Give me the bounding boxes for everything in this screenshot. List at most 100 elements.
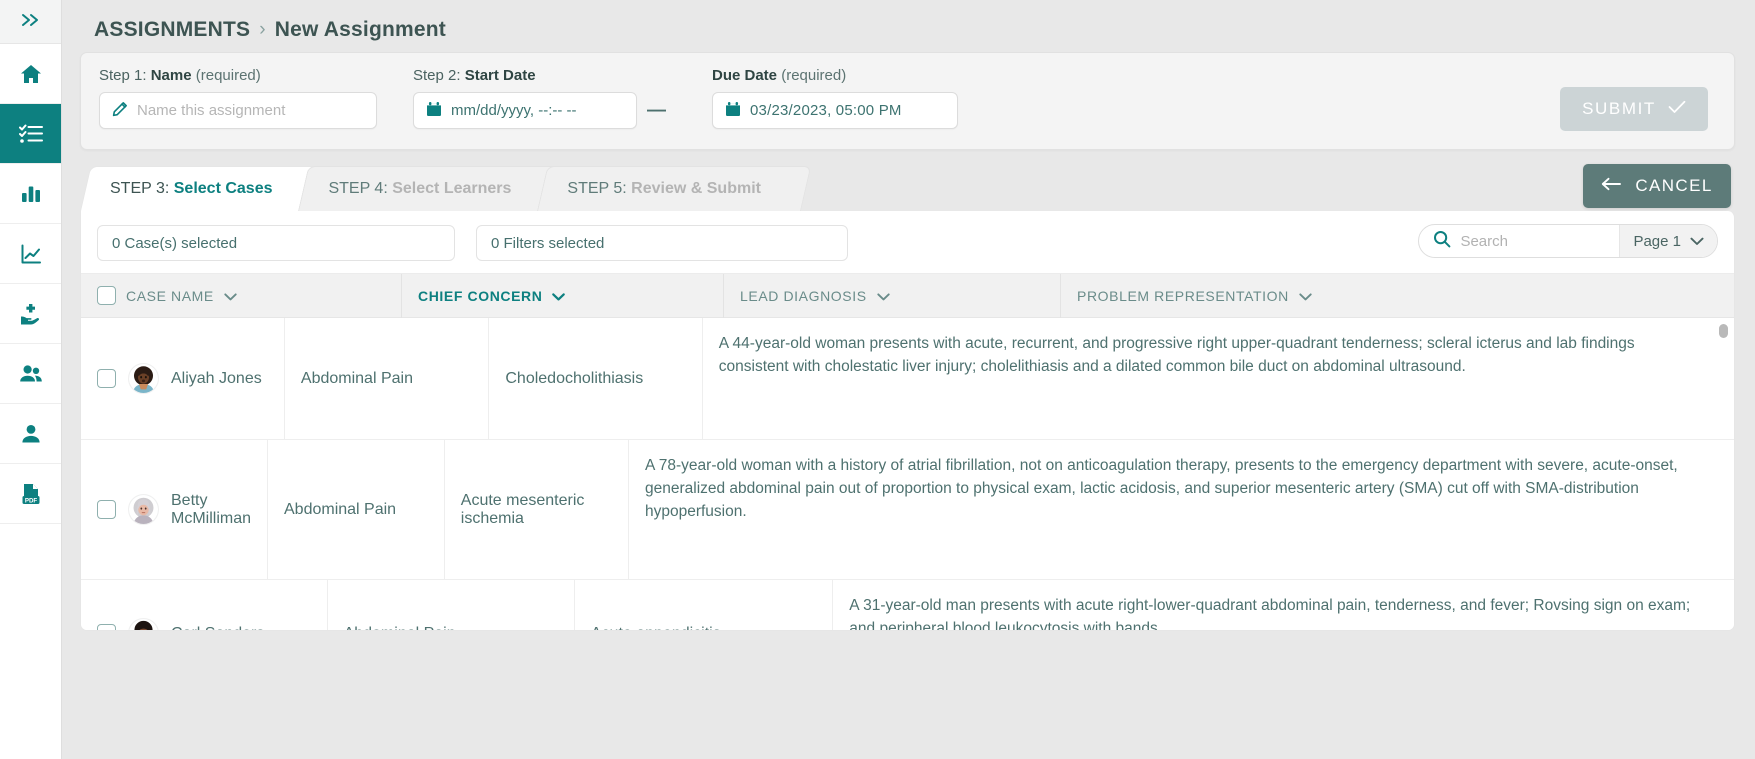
cell-lead-diagnosis: Acute appendicitis <box>575 580 834 630</box>
name-required-text: (required) <box>195 67 261 84</box>
column-header-chief-concern[interactable]: CHIEF CONCERN <box>402 273 724 318</box>
due-date-input[interactable]: 03/23/2023, 05:00 PM <box>712 92 958 129</box>
tab-review-submit[interactable]: STEP 5: Review & Submit <box>537 166 812 211</box>
sidebar-item-reports[interactable] <box>0 164 61 224</box>
tab-select-learners[interactable]: STEP 4: Select Learners <box>298 166 562 211</box>
cell-case-name: Betty McMilliman <box>81 440 268 579</box>
cell-problem-representation: A 78-year-old woman with a history of at… <box>644 457 1678 520</box>
page-selector[interactable]: Page 1 <box>1619 225 1717 257</box>
chevron-down-icon <box>877 288 890 304</box>
tab-label: Select Learners <box>392 179 512 197</box>
cancel-button-label: CANCEL <box>1635 176 1713 195</box>
select-cases-panel: 0 Case(s) selected 0 Filters selected Se <box>80 211 1735 631</box>
tab-step-number: STEP 3: <box>110 179 170 197</box>
row-select-checkbox[interactable] <box>97 624 116 630</box>
sidebar-expand-toggle[interactable] <box>0 0 61 44</box>
sidebar-item-profile[interactable] <box>0 404 61 464</box>
search-and-page-control: Search Page 1 <box>1418 224 1718 258</box>
tab-select-cases-text: STEP 3: Select Cases <box>110 180 272 198</box>
calendar-icon <box>725 101 741 121</box>
cases-table: CASE NAME CHIEF CONCERN LEAD DIAGNOSIS P… <box>81 273 1734 631</box>
pencil-icon <box>112 101 128 121</box>
wizard-tabs-bar: STEP 3: Select Cases STEP 4: Select Lear… <box>80 164 1735 211</box>
tab-label: Select Cases <box>173 179 273 197</box>
start-label-text: Start Date <box>464 67 536 84</box>
breadcrumb-current: New Assignment <box>274 18 446 41</box>
main-content: ASSIGNMENTS › New Assignment Step 1: Nam… <box>62 0 1755 759</box>
pdf-icon: PDF <box>19 482 43 506</box>
column-header-problem-representation[interactable]: PROBLEM REPRESENTATION <box>1061 274 1734 318</box>
search-placeholder: Search <box>1460 232 1508 250</box>
due-date-field-label: Due Date (required) <box>712 67 958 84</box>
due-date-field-group: Due Date (required) 03/23/2023, 05:00 PM <box>712 67 958 129</box>
start-date-field-label: Step 2: Start Date <box>413 67 676 84</box>
table-row[interactable]: Betty McMilliman Abdominal Pain Acute me… <box>81 440 1734 580</box>
filters-selected-label: 0 Filters selected <box>491 234 605 252</box>
breadcrumb-root[interactable]: ASSIGNMENTS <box>94 18 250 42</box>
cell-lead-diagnosis: Choledocholithiasis <box>489 318 703 439</box>
sidebar-item-analytics[interactable] <box>0 224 61 284</box>
chevron-down-icon <box>552 288 566 304</box>
column-header-lead-diagnosis[interactable]: LEAD DIAGNOSIS <box>724 273 1061 318</box>
sidebar-item-groups[interactable] <box>0 344 61 404</box>
arrow-left-icon <box>1601 176 1622 196</box>
avatar <box>128 494 159 525</box>
search-input[interactable]: Search <box>1419 225 1619 257</box>
sidebar-item-home[interactable] <box>0 44 61 104</box>
wizard-tabs: STEP 3: Select Cases STEP 4: Select Lear… <box>80 166 1735 211</box>
filter-row: 0 Case(s) selected 0 Filters selected Se <box>81 211 1734 273</box>
start-date-placeholder: mm/dd/yyyy, --:-- -- <box>451 102 577 119</box>
cell-problem-representation: A 44-year-old woman presents with acute,… <box>718 335 1635 375</box>
check-icon <box>1668 99 1686 119</box>
page-selector-label: Page 1 <box>1633 232 1681 250</box>
date-range-dash: — <box>647 99 666 121</box>
start-date-input[interactable]: mm/dd/yyyy, --:-- -- <box>413 92 637 129</box>
sidebar-item-cases[interactable] <box>0 284 61 344</box>
name-field-group: Step 1: Name (required) Name this assign… <box>99 67 377 129</box>
breadcrumb-separator-icon: › <box>259 19 266 40</box>
start-date-row: mm/dd/yyyy, --:-- -- — <box>413 92 676 129</box>
avatar <box>128 363 159 394</box>
svg-text:PDF: PDF <box>24 497 37 504</box>
chevron-down-icon <box>1299 288 1312 304</box>
row-select-checkbox[interactable] <box>97 500 116 519</box>
chevron-double-right-icon <box>21 12 41 32</box>
filters-selected-select[interactable]: 0 Filters selected <box>476 225 848 261</box>
cancel-button[interactable]: CANCEL <box>1583 164 1731 208</box>
table-row[interactable]: Aliyah Jones Abdominal Pain Choledocholi… <box>81 318 1734 440</box>
column-label: CASE NAME <box>126 287 214 304</box>
table-vertical-scrollbar[interactable] <box>1719 324 1728 338</box>
table-row[interactable]: Carl Sanders Abdominal Pain Acute append… <box>81 580 1734 631</box>
line-chart-icon <box>19 242 43 266</box>
chevron-down-icon <box>224 288 237 304</box>
due-required-text: (required) <box>781 67 847 84</box>
assignment-name-input[interactable]: Name this assignment <box>99 92 377 129</box>
table-body: Aliyah Jones Abdominal Pain Choledocholi… <box>81 318 1734 631</box>
breadcrumb: ASSIGNMENTS › New Assignment <box>80 0 1735 52</box>
cell-chief-concern: Abdominal Pain <box>328 580 575 630</box>
cell-problem-representation: A 31-year-old man presents with acute ri… <box>849 597 1691 631</box>
bar-chart-icon <box>19 182 43 206</box>
case-name-text: Carl Sanders <box>171 625 264 631</box>
cell-lead-diagnosis: Acute mesenteric ischemia <box>445 440 629 579</box>
case-name-text: Betty McMilliman <box>171 491 251 527</box>
table-header-row: CASE NAME CHIEF CONCERN LEAD DIAGNOSIS P… <box>81 273 1734 318</box>
sidebar-item-assignments[interactable] <box>0 104 61 164</box>
row-select-checkbox[interactable] <box>97 369 116 388</box>
column-header-case-name[interactable]: CASE NAME <box>81 273 402 318</box>
submit-button[interactable]: SUBMIT <box>1560 87 1708 131</box>
assignment-name-placeholder: Name this assignment <box>137 102 286 119</box>
tab-select-cases[interactable]: STEP 3: Select Cases <box>80 166 323 211</box>
user-icon <box>19 422 43 446</box>
calendar-icon <box>426 101 442 121</box>
cell-case-name: Carl Sanders <box>81 580 328 631</box>
cell-chief-concern: Abdominal Pain <box>268 440 445 579</box>
column-label: CHIEF CONCERN <box>418 287 543 304</box>
tab-select-learners-text: STEP 4: Select Learners <box>328 180 511 198</box>
select-all-checkbox[interactable] <box>97 286 116 305</box>
search-icon <box>1433 230 1451 253</box>
cases-selected-select[interactable]: 0 Case(s) selected <box>97 225 455 261</box>
sidebar-item-pdf-export[interactable]: PDF <box>0 464 61 524</box>
start-step-text: Step 2: <box>413 67 461 84</box>
cell-case-name: Aliyah Jones <box>81 318 285 439</box>
